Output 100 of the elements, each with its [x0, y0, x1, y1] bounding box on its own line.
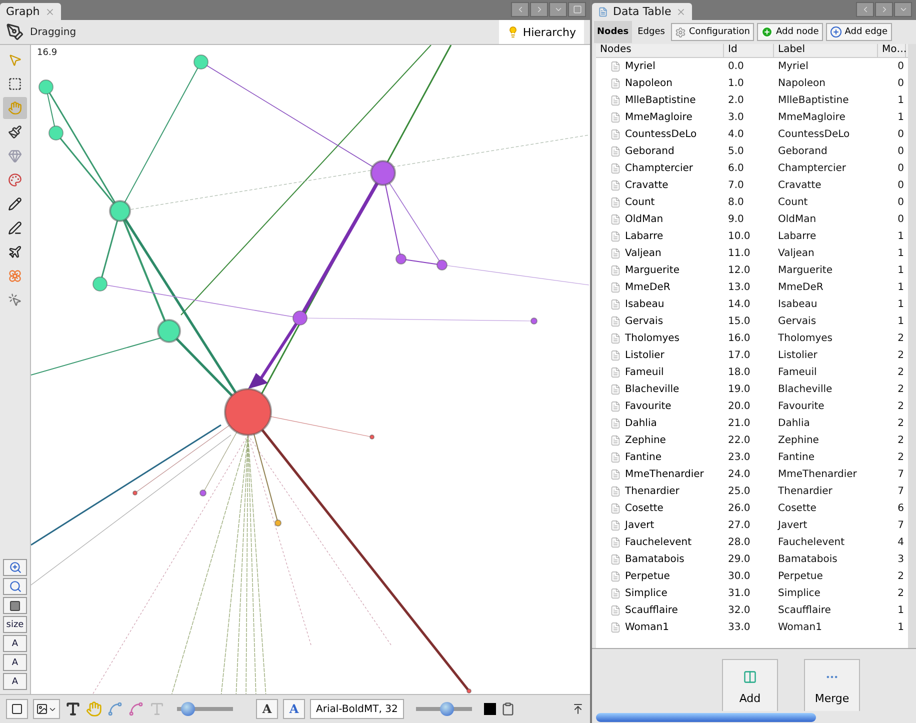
- table-cell-text: 2.0: [727, 94, 745, 108]
- graph-node[interactable]: [370, 160, 396, 186]
- file-icon: [610, 282, 621, 293]
- slider-thumb[interactable]: [181, 702, 196, 716]
- table-cell-text: 0: [896, 128, 905, 142]
- table-cell-text: 11.0: [727, 247, 752, 261]
- table-cell-text: Fauchelevent: [777, 536, 846, 550]
- table-cell-text: 1: [896, 315, 905, 329]
- table-cell-text: Count: [777, 196, 809, 210]
- text-icon[interactable]: [65, 701, 81, 717]
- font-field[interactable]: Arial-BoldMT, 32: [310, 699, 404, 719]
- column-header[interactable]: Id: [724, 44, 774, 58]
- graph-node[interactable]: [292, 310, 308, 326]
- graph-node[interactable]: [530, 318, 538, 324]
- table-cell: Listolier: [596, 347, 724, 364]
- background-button[interactable]: [6, 699, 28, 719]
- file-icon: [610, 214, 621, 225]
- column-header[interactable]: Label: [774, 44, 878, 58]
- table-cell: Simplice: [596, 585, 724, 602]
- graph-node[interactable]: [194, 54, 208, 70]
- square-icon: [9, 600, 21, 612]
- table-cell-text: Cosette: [777, 502, 818, 516]
- zoom-reset-button[interactable]: [3, 578, 27, 595]
- view-tab[interactable]: Nodes: [594, 21, 632, 43]
- graph-node[interactable]: [157, 319, 181, 343]
- label-button[interactable]: A: [3, 635, 27, 652]
- table-cell-text: Marguerite: [777, 264, 834, 278]
- table-cell-text: 1: [896, 621, 905, 635]
- graph-node[interactable]: [132, 490, 138, 496]
- file-icon: [610, 180, 621, 191]
- close-icon[interactable]: [676, 6, 686, 16]
- table-cell-text: 14.0: [727, 298, 752, 312]
- table-cell: Bamatabois: [596, 551, 724, 568]
- table-cell: Fauchelevent: [596, 534, 724, 551]
- scroll-left-button[interactable]: [856, 2, 874, 17]
- font-button[interactable]: A: [283, 699, 305, 719]
- table-cell: Gervais: [596, 313, 724, 330]
- hierarchy-button[interactable]: Hierarchy: [498, 20, 584, 44]
- graph-node[interactable]: [109, 200, 131, 222]
- add-node-button[interactable]: Add node: [757, 23, 823, 41]
- add-edge-button[interactable]: Add edge: [826, 23, 892, 41]
- table-cell-text: 1: [896, 298, 905, 312]
- clipboard-icon[interactable]: [500, 702, 515, 716]
- vertical-scrollbar[interactable]: [908, 44, 916, 648]
- add-button[interactable]: Add: [722, 659, 778, 711]
- table-cell-text: 1: [896, 247, 905, 261]
- table-cell: MmeMagloire: [596, 109, 724, 126]
- graph-node[interactable]: [396, 254, 406, 264]
- font-button[interactable]: A: [256, 699, 278, 719]
- table-cell-text: 17.0: [727, 349, 752, 363]
- zoom-icon: [8, 580, 22, 593]
- label-button[interactable]: A: [3, 654, 27, 671]
- graph-node[interactable]: [224, 388, 272, 436]
- screenshot-button[interactable]: [33, 699, 60, 719]
- table-cell-text: 7: [896, 519, 905, 533]
- dropdown-button[interactable]: [894, 2, 912, 17]
- scrollbar-thumb[interactable]: [596, 712, 816, 722]
- maximize-button[interactable]: [568, 2, 586, 17]
- graph-node[interactable]: [466, 688, 472, 694]
- column-header[interactable]: Nodes: [596, 44, 724, 58]
- merge-button[interactable]: Merge: [804, 659, 860, 711]
- label-button[interactable]: size: [3, 616, 27, 633]
- graph-node[interactable]: [200, 490, 206, 496]
- table-cell-text: 16.0: [727, 332, 752, 346]
- config-button[interactable]: Configuration: [670, 23, 754, 41]
- slider-thumb[interactable]: [440, 702, 454, 716]
- file-icon: [610, 384, 621, 395]
- selection-icon: [8, 77, 22, 91]
- table-cell: Blacheville: [596, 381, 724, 398]
- maximize-icon: [572, 5, 582, 14]
- graph-node[interactable]: [48, 126, 64, 140]
- label-button[interactable]: A: [3, 673, 27, 690]
- dropdown-button[interactable]: [549, 2, 567, 17]
- frame-button[interactable]: [3, 597, 27, 614]
- table-cell: Dahlia: [596, 415, 724, 432]
- zoom-fit-button[interactable]: [3, 559, 27, 576]
- graph-node[interactable]: [436, 260, 448, 270]
- scroll-right-button[interactable]: [875, 2, 893, 17]
- eject-icon[interactable]: [572, 703, 584, 715]
- scroll-right-button[interactable]: [530, 2, 548, 17]
- gem-icon: [8, 149, 22, 163]
- graph-tab[interactable]: Graph: [0, 3, 61, 20]
- table-cell-text: 1: [896, 264, 905, 278]
- table-cell-text: 25.0: [727, 485, 752, 499]
- scroll-left-button[interactable]: [511, 2, 529, 17]
- column-header[interactable]: Mo…: [878, 44, 906, 58]
- edge-icon[interactable]: [107, 701, 123, 717]
- table-cell-text: Gervais: [777, 315, 818, 329]
- lightbulb-icon: [506, 26, 519, 38]
- edge-color-icon[interactable]: [128, 701, 144, 717]
- palette-icon: [8, 173, 22, 187]
- file-icon: [610, 401, 621, 412]
- data-table-tab[interactable]: Data Table: [592, 3, 692, 20]
- color-swatch[interactable]: [484, 703, 496, 715]
- graph-node[interactable]: [92, 276, 108, 292]
- close-icon[interactable]: [44, 6, 55, 16]
- view-tab[interactable]: Edges: [634, 21, 668, 43]
- graph-node[interactable]: [370, 434, 374, 440]
- graph-node[interactable]: [38, 80, 54, 94]
- graph-node[interactable]: [274, 520, 282, 526]
